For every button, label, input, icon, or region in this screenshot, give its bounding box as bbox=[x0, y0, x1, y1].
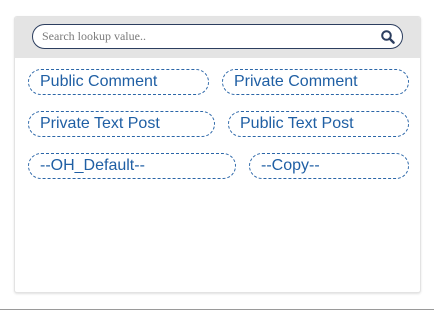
search-icon[interactable] bbox=[380, 29, 396, 45]
chip-oh-default[interactable]: --OH_Default-- bbox=[28, 153, 236, 179]
chip-private-comment[interactable]: Private Comment bbox=[222, 69, 409, 95]
lookup-panel: Public Comment Private Comment Private T… bbox=[14, 16, 421, 293]
chip-private-text-post[interactable]: Private Text Post bbox=[28, 111, 215, 137]
bottom-divider bbox=[0, 309, 434, 310]
search-box[interactable] bbox=[32, 24, 403, 49]
search-bar bbox=[15, 17, 420, 58]
search-input[interactable] bbox=[42, 27, 372, 46]
chip-public-comment[interactable]: Public Comment bbox=[28, 69, 209, 95]
chip-copy[interactable]: --Copy-- bbox=[249, 153, 409, 179]
chip-public-text-post[interactable]: Public Text Post bbox=[228, 111, 409, 137]
